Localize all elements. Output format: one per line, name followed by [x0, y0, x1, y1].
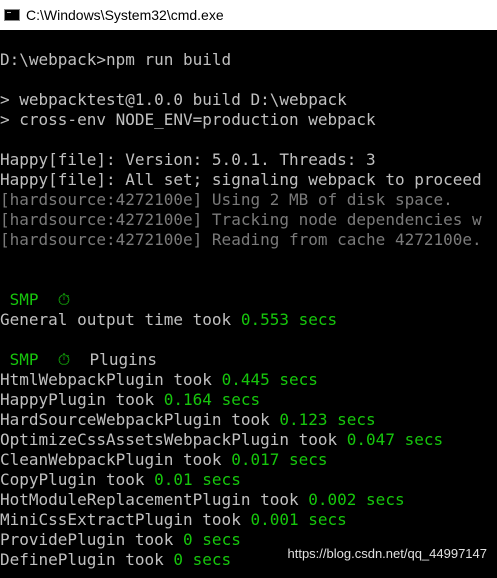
plugin-line: ProvidePlugin took 0 secs: [0, 530, 241, 550]
happy-version-line: Happy[file]: Version: 5.0.1. Threads: 3: [0, 150, 376, 169]
general-output-line: General output time took 0.553 secs: [0, 310, 337, 330]
plugin-line: HappyPlugin took 0.164 secs: [0, 390, 260, 410]
hardsource-line-3: [hardsource:4272100e] Reading from cache…: [0, 230, 482, 249]
smp-header-1: SMP ⏱: [0, 290, 71, 310]
title-bar[interactable]: C:\Windows\System32\cmd.exe: [0, 0, 497, 30]
plugin-name: CleanWebpackPlugin took: [0, 450, 232, 469]
script-line-1: > webpacktest@1.0.0 build D:\webpack: [0, 90, 347, 109]
watermark: https://blog.csdn.net/qq_44997147: [287, 546, 488, 561]
general-output-label: General output time took: [0, 310, 241, 329]
smp-label: SMP ⏱: [0, 290, 71, 309]
smp-header-2: SMP ⏱ Plugins: [0, 350, 157, 370]
plugin-time: 0.164 secs: [163, 390, 261, 409]
general-output-value: 0.553 secs: [240, 310, 338, 329]
prompt-line: D:\webpack>npm run build: [0, 50, 232, 69]
plugin-name: HardSourceWebpackPlugin took: [0, 410, 280, 429]
plugin-name: DefinePlugin took: [0, 550, 174, 569]
console-output[interactable]: D:\webpack>npm run build > webpacktest@1…: [0, 30, 497, 578]
window-title: C:\Windows\System32\cmd.exe: [26, 7, 224, 23]
plugin-time: 0.017 secs: [231, 450, 328, 469]
plugin-name: HappyPlugin took: [0, 390, 164, 409]
plugin-time: 0 secs: [183, 530, 241, 549]
plugin-line: MiniCssExtractPlugin took 0.001 secs: [0, 510, 347, 530]
plugin-line: CopyPlugin took 0.01 secs: [0, 470, 241, 490]
plugin-time: 0.01 secs: [154, 470, 241, 489]
plugin-time: 0.047 secs: [346, 430, 444, 449]
plugins-label: Plugins: [70, 350, 157, 369]
plugin-line: DefinePlugin took 0 secs: [0, 550, 231, 570]
plugin-name: CopyPlugin took: [0, 470, 155, 489]
hardsource-line-2: [hardsource:4272100e] Tracking node depe…: [0, 210, 482, 229]
plugin-name: OptimizeCssAssetsWebpackPlugin took: [0, 430, 347, 449]
plugin-time: 0.445 secs: [221, 370, 318, 389]
plugin-name: HtmlWebpackPlugin took: [0, 370, 222, 389]
plugin-name: ProvidePlugin took: [0, 530, 184, 549]
hardsource-line-1: [hardsource:4272100e] Using 2 MB of disk…: [0, 190, 453, 209]
plugin-time: 0 secs: [173, 550, 232, 569]
plugin-time: 0.123 secs: [279, 410, 376, 429]
cmd-icon: [4, 9, 20, 21]
plugin-time: 0.001 secs: [250, 510, 347, 529]
plugin-name: MiniCssExtractPlugin took: [0, 510, 251, 529]
smp-label: SMP ⏱: [0, 350, 71, 369]
plugin-line: OptimizeCssAssetsWebpackPlugin took 0.04…: [0, 430, 443, 450]
plugin-line: CleanWebpackPlugin took 0.017 secs: [0, 450, 328, 470]
plugin-line: HardSourceWebpackPlugin took 0.123 secs: [0, 410, 376, 430]
happy-ready-line: Happy[file]: All set; signaling webpack …: [0, 170, 482, 189]
script-line-2: > cross-env NODE_ENV=production webpack: [0, 110, 376, 129]
plugin-name: HotModuleReplacementPlugin took: [0, 490, 309, 509]
plugin-line: HtmlWebpackPlugin took 0.445 secs: [0, 370, 318, 390]
plugin-time: 0.002 secs: [308, 490, 405, 509]
plugin-line: HotModuleReplacementPlugin took 0.002 se…: [0, 490, 405, 510]
